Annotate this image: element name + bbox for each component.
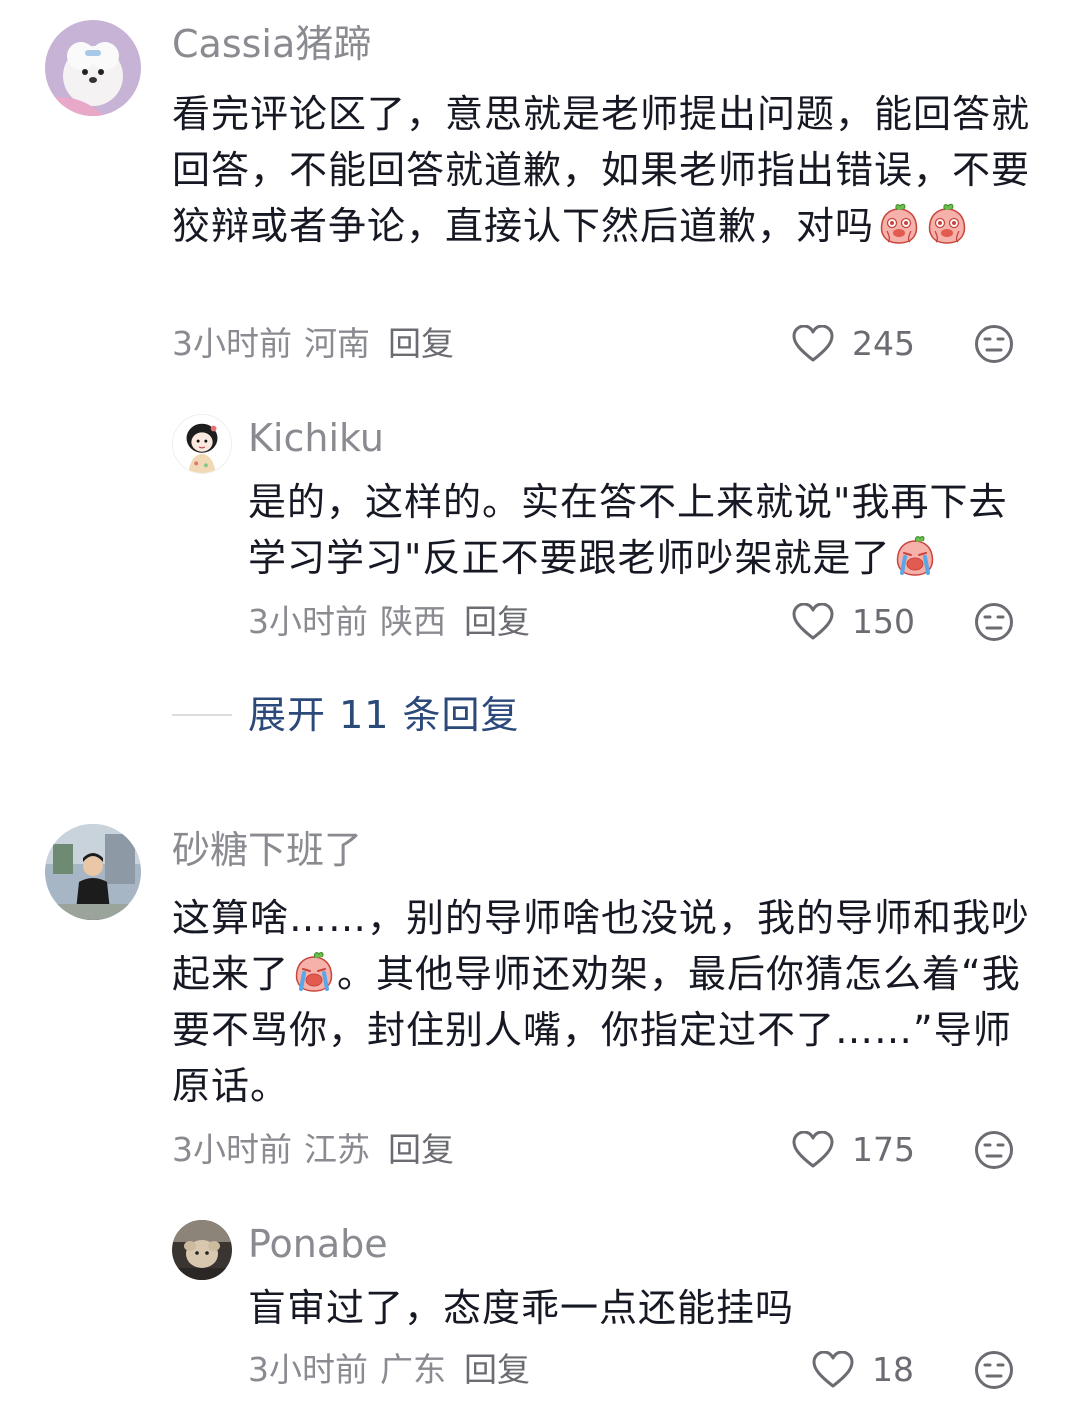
- heart-outline-icon: [812, 1351, 854, 1388]
- like-count: 245: [852, 324, 915, 363]
- meh-face-icon[interactable]: [974, 324, 1014, 364]
- like-button[interactable]: 150: [792, 600, 915, 644]
- divider-line: [172, 714, 232, 716]
- comment-text: 是的，这样的。实在答不上来就说"我再下去学习学习"反正不要跟老师吵架就是了: [248, 474, 1038, 586]
- meh-face-icon[interactable]: [974, 1130, 1014, 1170]
- expand-replies-button[interactable]: 展开 11 条回复: [172, 690, 520, 740]
- username[interactable]: 砂糖下班了: [172, 826, 362, 874]
- person-avatar-icon: [45, 824, 141, 920]
- comment-text: 这算啥……，别的导师啥也没说，我的导师和我吵起来了 。其他导师还劝架，最后你猜怎么…: [172, 890, 1032, 1114]
- comment-meta: 3小时前 陕西 回复: [248, 600, 542, 644]
- like-button[interactable]: 18: [812, 1348, 914, 1392]
- reply-button[interactable]: 回复: [388, 324, 454, 363]
- like-button[interactable]: 245: [792, 322, 915, 366]
- girl-avatar-icon: [173, 415, 231, 473]
- username[interactable]: Kichiku: [248, 414, 384, 462]
- username[interactable]: Cassia猪蹄: [172, 20, 371, 68]
- heart-outline-icon: [792, 325, 834, 362]
- timestamp: 3小时前: [248, 602, 368, 641]
- comment-body: 盲审过了，态度乖一点还能挂吗: [248, 1286, 795, 1330]
- plush-avatar-icon: [172, 1220, 232, 1280]
- dog-avatar-icon: [45, 20, 141, 116]
- comment-meta: 3小时前 广东 回复: [248, 1348, 542, 1392]
- peach-emoji-icon: [880, 203, 918, 244]
- like-button[interactable]: 175: [792, 1128, 915, 1172]
- location: 陕西: [380, 602, 446, 641]
- expand-replies-label: 展开 11 条回复: [248, 693, 520, 737]
- avatar[interactable]: [45, 20, 141, 116]
- avatar[interactable]: [172, 414, 232, 474]
- location: 江苏: [304, 1130, 370, 1169]
- location: 广东: [380, 1350, 446, 1389]
- location: 河南: [304, 324, 370, 363]
- comment-meta: 3小时前 河南 回复: [172, 322, 466, 366]
- heart-outline-icon: [792, 1131, 834, 1168]
- reply-button[interactable]: 回复: [464, 602, 530, 641]
- comment-text: 盲审过了，态度乖一点还能挂吗: [248, 1280, 1038, 1336]
- peach-emoji-icon: [928, 203, 966, 244]
- reply-button[interactable]: 回复: [464, 1350, 530, 1389]
- avatar[interactable]: [172, 1220, 232, 1280]
- peach-crying-emoji-icon: [294, 950, 334, 993]
- timestamp: 3小时前: [248, 1350, 368, 1389]
- avatar[interactable]: [45, 824, 141, 920]
- meh-face-icon[interactable]: [974, 602, 1014, 642]
- timestamp: 3小时前: [172, 1130, 292, 1169]
- comment-text: 看完评论区了，意思就是老师提出问题，能回答就回答，不能回答就道歉，如果老师指出错…: [172, 86, 1032, 254]
- like-count: 175: [852, 1130, 915, 1169]
- timestamp: 3小时前: [172, 324, 292, 363]
- meh-face-icon[interactable]: [974, 1350, 1014, 1390]
- heart-outline-icon: [792, 603, 834, 640]
- comment-meta: 3小时前 江苏 回复: [172, 1128, 466, 1172]
- like-count: 18: [872, 1350, 914, 1389]
- peach-crying-emoji-icon: [896, 534, 935, 577]
- reply-button[interactable]: 回复: [388, 1130, 454, 1169]
- username[interactable]: Ponabe: [248, 1220, 388, 1268]
- like-count: 150: [852, 602, 915, 641]
